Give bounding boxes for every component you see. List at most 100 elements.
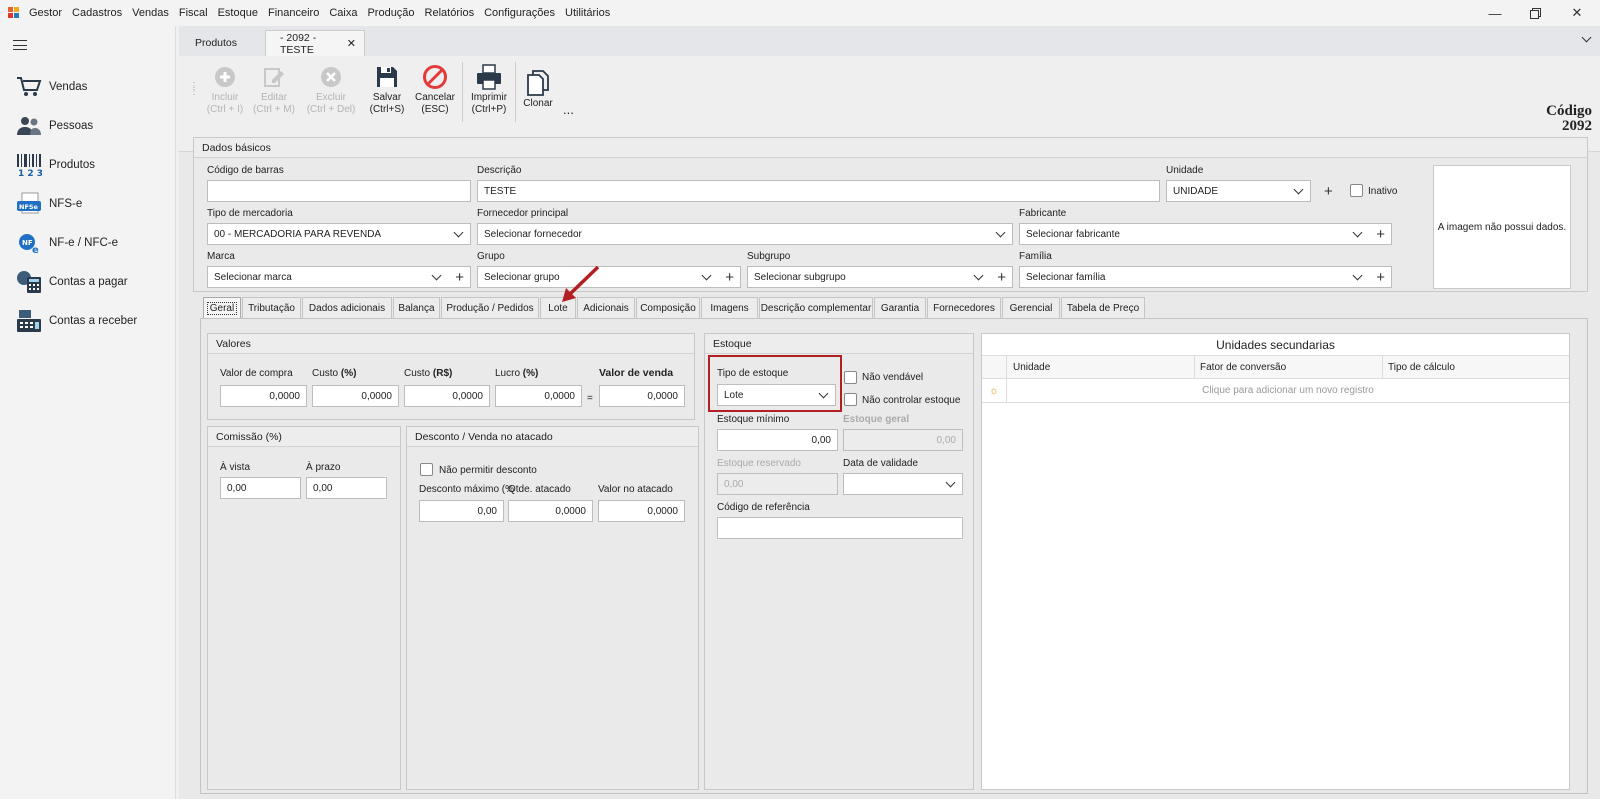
estoque-minimo-input[interactable]: 0,00 (717, 429, 838, 451)
menu-app-title[interactable]: Gestor (24, 7, 67, 19)
add-familia-icon[interactable]: + (1376, 270, 1385, 285)
marca-label: Marca (207, 251, 235, 262)
valor-atacado-input[interactable]: 0,0000 (598, 500, 685, 522)
tab-producao-pedidos[interactable]: Produção / Pedidos (441, 297, 539, 318)
sidebar-item-contas-pagar[interactable]: Contas a pagar (14, 265, 164, 299)
fornecedor-select[interactable]: Selecionar fornecedor (477, 223, 1013, 245)
new-row[interactable]: ☼ Clique para adicionar um novo registro (982, 379, 1569, 403)
marca-select[interactable]: Selecionar marca + (207, 266, 471, 288)
close-icon[interactable]: ✕ (1558, 0, 1596, 26)
codigo-barras-input[interactable] (207, 180, 471, 202)
unidade-label: Unidade (1166, 165, 1204, 176)
data-validade-select[interactable] (843, 473, 963, 495)
new-row-icon: ☼ (982, 379, 1007, 402)
tab-tabela-preco[interactable]: Tabela de Preço (1061, 297, 1145, 318)
sidebar-item-nfe[interactable]: NF e NF-e / NFC-e (14, 226, 164, 260)
tab-garantia[interactable]: Garantia (874, 297, 926, 318)
tab-product-2092[interactable]: - 2092 - TESTE ✕ (265, 30, 365, 56)
grupo-select[interactable]: Selecionar grupo + (477, 266, 741, 288)
qtde-atacado-input[interactable]: 0,0000 (508, 500, 593, 522)
panel-title: Valores (208, 334, 694, 354)
minimize-icon[interactable]: — (1476, 0, 1514, 26)
desconto-maximo-input[interactable]: 0,00 (419, 500, 504, 522)
custo-pct-input[interactable]: 0,0000 (312, 385, 399, 407)
sidebar-item-pessoas[interactable]: Pessoas (14, 109, 164, 143)
incluir-button[interactable]: Incluir (Ctrl + I) (205, 62, 245, 116)
save-icon (367, 62, 407, 92)
tipo-mercadoria-select[interactable]: 00 - MERCADORIA PARA REVENDA (207, 223, 471, 245)
column-tipo-calculo[interactable]: Tipo de cálculo (1388, 362, 1455, 373)
add-grupo-icon[interactable]: + (725, 270, 734, 285)
inativo-checkbox[interactable] (1350, 184, 1363, 197)
fabricante-select[interactable]: Selecionar fabricante + (1019, 223, 1392, 245)
sidebar-item-produtos[interactable]: 1 2 3 Produtos (14, 148, 164, 182)
editar-button[interactable]: Editar (Ctrl + M) (251, 62, 297, 116)
tab-gerencial[interactable]: Gerencial (1002, 297, 1060, 318)
nao-permitir-desconto-checkbox[interactable] (420, 463, 433, 476)
add-unidade-icon[interactable]: + (1324, 184, 1333, 199)
menu-producao[interactable]: Produção (362, 7, 419, 19)
tab-geral[interactable]: Geral (203, 297, 241, 318)
add-marca-icon[interactable]: + (455, 270, 464, 285)
desconto-maximo-label: Desconto máximo (% (419, 484, 515, 495)
unidade-select[interactable]: UNIDADE (1166, 180, 1311, 202)
tipo-estoque-select[interactable]: Lote (717, 384, 836, 406)
menu-financeiro[interactable]: Financeiro (263, 7, 324, 19)
sidebar-item-vendas[interactable]: Vendas (14, 70, 164, 104)
hamburger-menu-icon[interactable] (13, 40, 27, 50)
grupo-value: Selecionar grupo (484, 271, 560, 283)
chevron-down-icon[interactable] (1581, 32, 1592, 43)
chevron-down-icon (995, 227, 1006, 238)
nao-controlar-estoque-checkbox[interactable] (844, 393, 857, 406)
chevron-down-icon (1352, 227, 1363, 238)
tab-label: Imagens (710, 302, 749, 314)
tab-imagens[interactable]: Imagens (701, 297, 758, 318)
tab-dados-adicionais[interactable]: Dados adicionais (302, 297, 392, 318)
add-fabricante-icon[interactable]: + (1376, 227, 1385, 242)
column-fator-conversao[interactable]: Fator de conversão (1200, 362, 1286, 373)
codigo-referencia-input[interactable] (717, 517, 963, 539)
grip-icon[interactable]: ⋮ ⋮ (189, 82, 199, 97)
tab-balanca[interactable]: Balança (393, 297, 440, 318)
tab-produtos[interactable]: Produtos (181, 30, 261, 56)
clonar-label: Clonar (523, 98, 553, 109)
tab-descricao-complementar[interactable]: Descrição complementar (759, 297, 873, 318)
valor-venda-label: Valor de venda (599, 367, 674, 379)
menu-caixa[interactable]: Caixa (324, 7, 362, 19)
add-subgrupo-icon[interactable]: + (997, 270, 1006, 285)
cancelar-button[interactable]: Cancelar (ESC) (413, 62, 457, 116)
tab-tributacao[interactable]: Tributação (242, 297, 301, 318)
excluir-button[interactable]: Excluir (Ctrl + Del) (303, 62, 359, 116)
tab-fornecedores[interactable]: Fornecedores (927, 297, 1001, 318)
clonar-button[interactable]: Clonar (519, 68, 557, 110)
menu-relatorios[interactable]: Relatórios (420, 7, 480, 19)
lucro-input[interactable]: 0,0000 (495, 385, 582, 407)
sidebar-item-contas-receber[interactable]: Contas a receber (14, 304, 164, 338)
restore-icon[interactable] (1516, 0, 1554, 26)
subgrupo-select[interactable]: Selecionar subgrupo + (747, 266, 1013, 288)
close-tab-icon[interactable]: ✕ (347, 37, 356, 50)
a-prazo-input[interactable]: 0,00 (306, 477, 387, 499)
menu-vendas[interactable]: Vendas (127, 7, 174, 19)
salvar-button[interactable]: Salvar (Ctrl+S) (367, 62, 407, 116)
nfse-icon: NFSe (14, 190, 44, 218)
custo-rs-input[interactable]: 0,0000 (404, 385, 490, 407)
tab-composicao[interactable]: Composição (636, 297, 700, 318)
familia-select[interactable]: Selecionar família + (1019, 266, 1392, 288)
sidebar: Vendas Pessoas 1 2 3 Produtos NFSe NFS-e… (0, 26, 176, 799)
descricao-input[interactable]: TESTE (477, 180, 1160, 202)
valor-compra-input[interactable]: 0,0000 (220, 385, 307, 407)
menu-utilitarios[interactable]: Utilitários (560, 7, 615, 19)
valor-venda-input[interactable]: 0,0000 (599, 385, 685, 407)
a-vista-input[interactable]: 0,00 (220, 477, 301, 499)
menu-cadastros[interactable]: Cadastros (67, 7, 127, 19)
menu-fiscal[interactable]: Fiscal (174, 7, 213, 19)
menu-configuracoes[interactable]: Configurações (479, 7, 560, 19)
sidebar-item-nfse[interactable]: NFSe NFS-e (14, 187, 164, 221)
product-image[interactable]: A imagem não possui dados. (1433, 165, 1571, 289)
menu-estoque[interactable]: Estoque (213, 7, 263, 19)
imprimir-button[interactable]: Imprimir (Ctrl+P) (467, 62, 511, 116)
nao-vendavel-checkbox[interactable] (844, 371, 857, 384)
column-unidade[interactable]: Unidade (1013, 362, 1050, 373)
more-button[interactable]: ... (563, 102, 574, 117)
